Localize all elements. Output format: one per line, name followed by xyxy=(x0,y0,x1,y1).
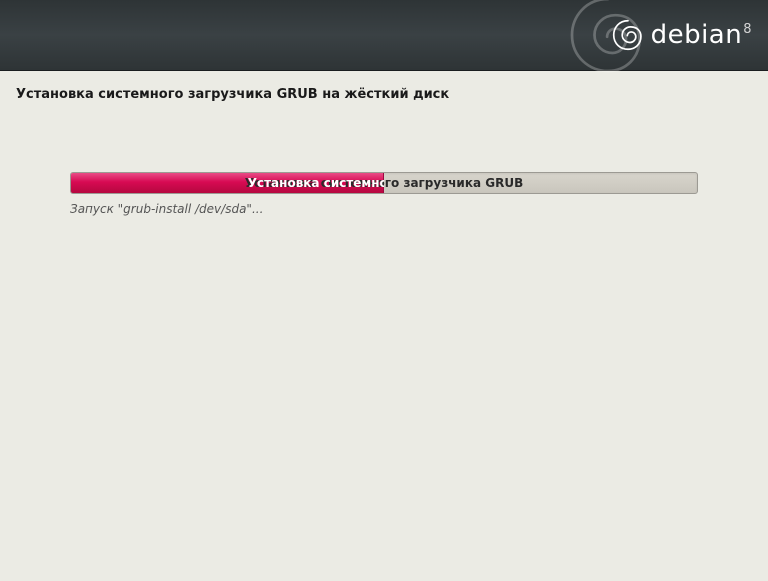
installer-header: debian8 xyxy=(0,0,768,71)
progress-label-overlay: Установка системного загрузчика GRUB xyxy=(71,173,384,193)
progress-section: Установка системного загрузчика GRUB Уст… xyxy=(70,172,698,216)
page-title: Установка системного загрузчика GRUB на … xyxy=(16,87,752,102)
brand-name: debian8 xyxy=(651,20,752,50)
progress-bar: Установка системного загрузчика GRUB Уст… xyxy=(70,172,698,194)
brand: debian8 xyxy=(611,18,752,52)
content-area: Установка системного загрузчика GRUB на … xyxy=(0,71,768,232)
debian-logo-icon xyxy=(611,18,645,52)
status-text: Запуск "grub-install /dev/sda"... xyxy=(70,202,698,216)
brand-version: 8 xyxy=(743,22,752,37)
